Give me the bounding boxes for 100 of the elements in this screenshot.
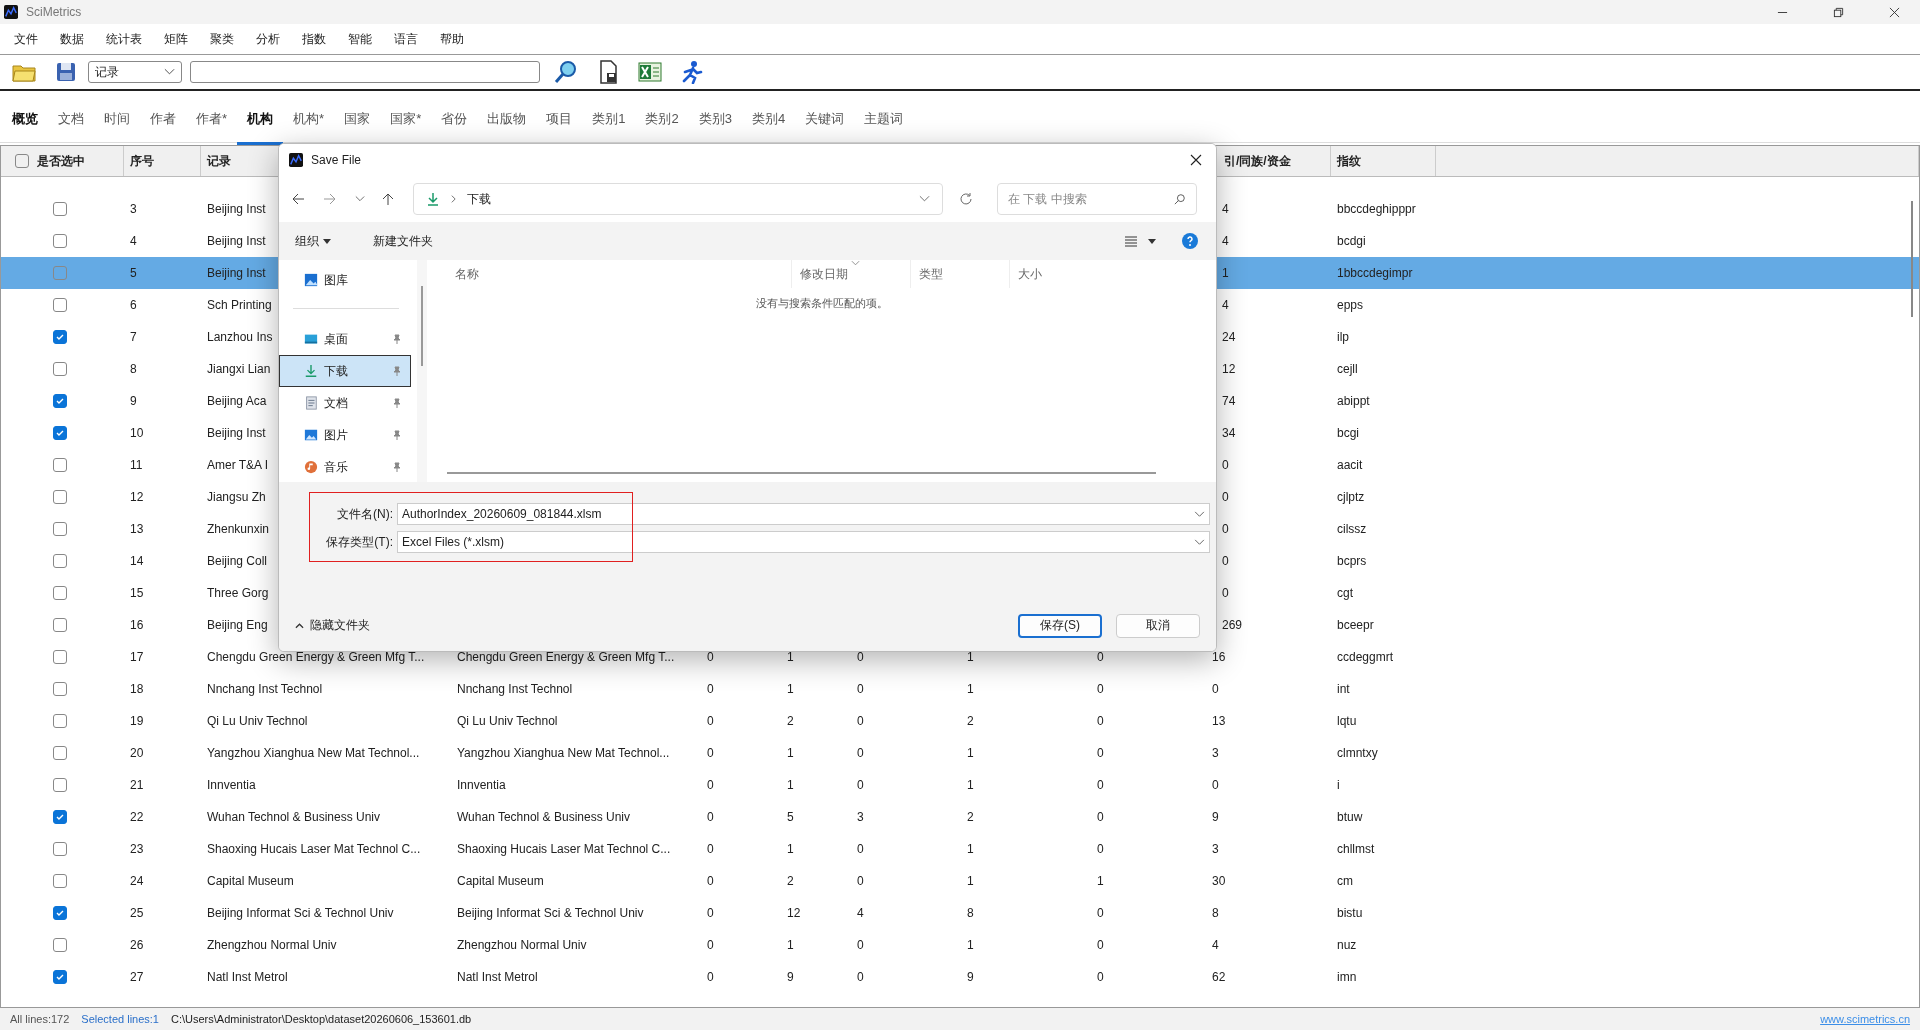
table-cell: 11 (130, 458, 143, 472)
table-cell: 1 (1222, 266, 1229, 280)
table-cell: 1 (1097, 874, 1104, 888)
table-cell: 0 (1222, 490, 1229, 504)
table-cell: 0 (707, 970, 714, 984)
table-cell: 0 (707, 682, 714, 696)
table-cell: 5 (130, 266, 137, 280)
table-cell: 1 (967, 650, 974, 664)
table-cell: 62 (1212, 970, 1226, 984)
table-cell: 0 (857, 874, 864, 888)
line-count: All lines:172 (10, 1013, 70, 1025)
table-cell: Beijing Informat Sci & Technol Univ (207, 906, 394, 920)
table-cell: 10 (130, 426, 144, 440)
table-cell: 17 (130, 650, 144, 664)
table-cell: 7 (130, 330, 137, 344)
table-cell: 3 (857, 810, 864, 824)
table-cell: Lanzhou Ins (207, 330, 273, 344)
table-cell: Wuhan Technol & Business Univ (457, 810, 630, 824)
table-cell: 0 (707, 938, 714, 952)
selected-count: Selected lines:1 (81, 1013, 159, 1025)
table-cell: 20 (130, 746, 144, 760)
table-cell: 19 (130, 714, 144, 728)
table-cell: 1bbccdegimpr (1337, 266, 1413, 280)
table-cell: 2 (787, 714, 794, 728)
table-cell: 1 (967, 938, 974, 952)
table-cell: Qi Lu Univ Technol (457, 714, 558, 728)
table-cell: 12 (787, 906, 801, 920)
table-cell: 24 (130, 874, 144, 888)
table-cell: 5 (787, 810, 794, 824)
table-cell: 0 (707, 746, 714, 760)
table-cell: Innventia (207, 778, 256, 792)
table-cell: 0 (857, 842, 864, 856)
table-cell: 0 (1212, 778, 1219, 792)
table-cell: Jiangxi Lian (207, 362, 271, 376)
table-cell: 1 (787, 746, 794, 760)
table-cell: Chengdu Green Energy & Green Mfg T... (207, 650, 425, 664)
table-cell: cilssz (1337, 522, 1367, 536)
table-cell: Beijing Informat Sci & Technol Univ (457, 906, 644, 920)
field-label: 保存类型(T): (325, 533, 394, 551)
table-cell: aacit (1337, 458, 1363, 472)
table-cell: Zhengzhou Normal Univ (207, 938, 337, 952)
table-cell: Nnchang Inst Technol (457, 682, 573, 696)
table-cell: 3 (1212, 746, 1219, 760)
table-cell: 16 (1212, 650, 1226, 664)
table-cell: 0 (857, 970, 864, 984)
dialog-title: Save File (311, 153, 362, 167)
table-cell: 8 (967, 906, 974, 920)
table-cell: 0 (857, 778, 864, 792)
table-cell: Natl Inst Metrol (457, 970, 538, 984)
table-cell: Yangzhou Xianghua New Mat Technol... (457, 746, 670, 760)
table-cell: 1 (967, 874, 974, 888)
table-cell: 15 (130, 586, 144, 600)
table-cell: 4 (1222, 234, 1229, 248)
table-cell: 0 (1222, 522, 1229, 536)
table-cell: ilp (1337, 330, 1349, 344)
table-cell: 0 (1097, 682, 1104, 696)
table-cell: 0 (857, 746, 864, 760)
table-cell: 3 (130, 202, 137, 216)
table-cell: 12 (130, 490, 144, 504)
table-cell: bcprs (1337, 554, 1367, 568)
table-cell: 0 (1222, 586, 1229, 600)
table-cell: 0 (1097, 650, 1104, 664)
table-cell: 0 (1097, 810, 1104, 824)
table-cell: Innventia (457, 778, 506, 792)
file-path: C:\Users\Administrator\Desktop\dataset20260606_153601.db (171, 1013, 472, 1025)
table-cell: Yangzhou Xianghua New Mat Technol... (207, 746, 420, 760)
table-cell: Beijing Aca (207, 394, 267, 408)
table-cell: Beijing Inst (207, 266, 266, 280)
table-cell: 0 (707, 810, 714, 824)
table-cell: 4 (1222, 202, 1229, 216)
table-cell: Jiangsu Zh (207, 490, 266, 504)
field-label: 文件名(N): (336, 505, 394, 523)
table-cell: Shaoxing Hucais Laser Mat Technol C... (207, 842, 421, 856)
table-cell: 3 (1212, 842, 1219, 856)
table-cell: Beijing Eng (207, 618, 268, 632)
table-cell: 0 (707, 906, 714, 920)
table-cell: cejll (1337, 362, 1358, 376)
table-cell: 1 (787, 650, 794, 664)
table-cell: 23 (130, 842, 144, 856)
table-cell: 14 (130, 554, 144, 568)
table-cell: 0 (1097, 842, 1104, 856)
table-cell: Wuhan Technol & Business Univ (207, 810, 380, 824)
table-cell: 34 (1222, 426, 1236, 440)
table-cell: Zhengzhou Normal Univ (457, 938, 587, 952)
table-cell: 9 (787, 970, 794, 984)
table-cell: 8 (1212, 906, 1219, 920)
table-cell: 0 (857, 682, 864, 696)
table-cell: Natl Inst Metrol (207, 970, 288, 984)
table-cell: 16 (130, 618, 144, 632)
table-cell: 26 (130, 938, 144, 952)
table-cell: Qi Lu Univ Technol (207, 714, 308, 728)
table-cell: 0 (857, 714, 864, 728)
table-cell: 0 (1222, 458, 1229, 472)
table-cell: 30 (1212, 874, 1226, 888)
table-cell: 0 (707, 842, 714, 856)
table-cell: 9 (967, 970, 974, 984)
table-cell: bcgi (1337, 426, 1359, 440)
table-cell: Chengdu Green Energy & Green Mfg T... (457, 650, 675, 664)
table-cell: 8 (130, 362, 137, 376)
table-cell: Shaoxing Hucais Laser Mat Technol C... (457, 842, 671, 856)
